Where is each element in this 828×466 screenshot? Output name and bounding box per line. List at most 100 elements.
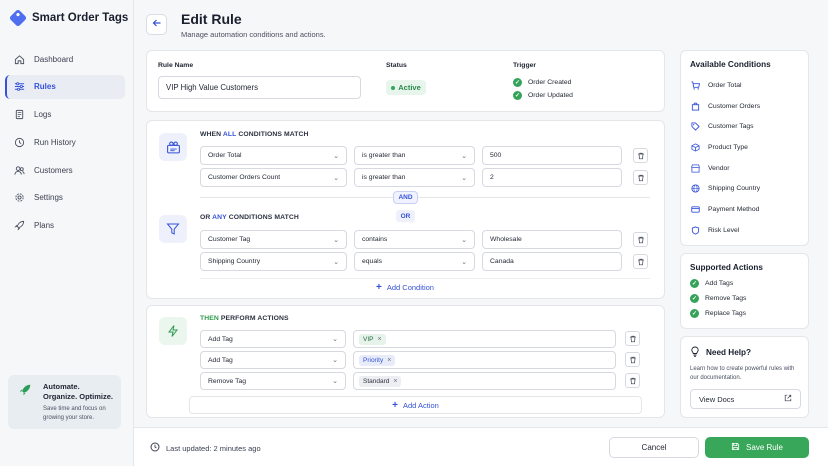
sidebar-item-plans[interactable]: Plans [5, 214, 125, 238]
action-type-select[interactable]: Add Tag ⌄ [200, 351, 346, 369]
sidebar-item-label: Rules [34, 82, 56, 92]
trash-icon [637, 236, 644, 243]
trigger-list: ✓ Order Created ✓ Order Updated [513, 76, 573, 102]
condition-type-item[interactable]: Payment Method [690, 199, 808, 220]
status-dot [391, 85, 396, 90]
condition-operator-select[interactable]: is greater than ⌄ [354, 168, 475, 187]
condition-field-select[interactable]: Customer Tag ⌄ [200, 230, 347, 249]
condition-type-item[interactable]: Risk Level [690, 220, 808, 241]
condition-field-select[interactable]: Shipping Country ⌄ [200, 252, 347, 271]
condition-type-item[interactable]: Vendor [690, 158, 808, 179]
action-type-select[interactable]: Add Tag ⌄ [200, 330, 346, 348]
remove-tag-icon[interactable]: × [377, 336, 381, 343]
action-type-select[interactable]: Remove Tag ⌄ [200, 372, 346, 390]
condition-type-item[interactable]: Customer Orders [690, 96, 808, 117]
page-title: Edit Rule [181, 11, 242, 27]
and-pill[interactable]: AND [393, 191, 418, 204]
rule-name-label: Rule Name [158, 62, 194, 69]
sidebar-item-logs[interactable]: Logs [5, 103, 125, 127]
help-panel: Need Help? Learn how to create powerful … [680, 336, 809, 418]
condition-group-heading: WHEN ALL CONDITIONS MATCH [200, 131, 309, 138]
delete-condition-button[interactable] [633, 148, 648, 163]
status-badge[interactable]: Active [386, 80, 426, 95]
view-docs-button[interactable]: View Docs [690, 389, 801, 409]
globe-icon [690, 184, 700, 194]
chevron-down-icon: ⌄ [333, 152, 339, 160]
plus-icon: + [392, 399, 398, 411]
trash-icon [629, 335, 636, 342]
cancel-button[interactable]: Cancel [609, 437, 699, 458]
card-icon [690, 204, 700, 214]
save-rule-button[interactable]: Save Rule [705, 437, 809, 458]
tag-input[interactable]: Priority × [353, 351, 616, 369]
condition-value-input[interactable]: Canada [482, 252, 622, 271]
supported-action-item: ✓ Add Tags [690, 279, 734, 289]
bag-icon [690, 101, 700, 111]
save-icon [731, 442, 740, 453]
users-icon [13, 164, 25, 176]
back-button[interactable] [146, 14, 167, 35]
plus-icon: + [376, 282, 382, 293]
trash-icon [637, 152, 644, 159]
rule-name-input[interactable]: VIP High Value Customers [158, 76, 361, 99]
last-updated: Last updated: 2 minutes ago [150, 442, 261, 454]
condition-operator-select[interactable]: is greater than ⌄ [354, 146, 475, 165]
sidebar-item-rules[interactable]: Rules [5, 74, 125, 99]
sidebar-item-settings[interactable]: Settings [5, 186, 125, 210]
lightning-icon [159, 317, 187, 345]
condition-group-heading: OR ANY CONDITIONS MATCH [200, 214, 299, 221]
delete-action-button[interactable] [625, 373, 640, 388]
condition-value-input[interactable]: Wholesale [482, 230, 622, 249]
chevron-down-icon: ⌄ [333, 258, 339, 266]
rocket-icon [18, 383, 32, 400]
supported-actions-title: Supported Actions [690, 263, 763, 272]
supported-action-item: ✓ Replace Tags [690, 309, 747, 319]
trash-icon [629, 377, 636, 384]
sidebar-item-dashboard[interactable]: Dashboard [5, 47, 125, 71]
condition-field-select[interactable]: Customer Orders Count ⌄ [200, 168, 347, 187]
condition-type-item[interactable]: Order Total [690, 75, 808, 96]
lightbulb-icon [690, 346, 700, 359]
brand[interactable]: Smart Order Tags [8, 8, 129, 28]
help-title: Need Help? [706, 348, 752, 357]
or-pill[interactable]: OR [396, 210, 415, 222]
condition-value-input[interactable]: 500 [482, 146, 622, 165]
condition-operator-select[interactable]: contains ⌄ [354, 230, 475, 249]
delete-condition-button[interactable] [633, 254, 648, 269]
tag-input[interactable]: VIP × [353, 330, 616, 348]
condition-type-item[interactable]: Shipping Country [690, 178, 808, 199]
gear-icon [13, 192, 25, 204]
condition-value-input[interactable]: 2 [482, 168, 622, 187]
chevron-down-icon: ⌄ [332, 357, 338, 364]
check-circle-icon: ✓ [513, 78, 522, 87]
delete-action-button[interactable] [625, 331, 640, 346]
status-value: Active [398, 83, 421, 92]
add-action-button[interactable]: + Add Action [189, 396, 642, 414]
sidebar-item-run-history[interactable]: Run History [5, 130, 125, 154]
delete-action-button[interactable] [625, 352, 640, 367]
delete-condition-button[interactable] [633, 232, 648, 247]
chevron-down-icon: ⌄ [333, 236, 339, 244]
tag-input[interactable]: Standard × [353, 372, 616, 390]
condition-type-item[interactable]: Product Type [690, 137, 808, 158]
help-text: Learn how to create powerful rules with … [690, 366, 795, 381]
condition-field-select[interactable]: Order Total ⌄ [200, 146, 347, 165]
chevron-down-icon: ⌄ [461, 174, 467, 182]
condition-operator-select[interactable]: equals ⌄ [354, 252, 475, 271]
delete-condition-button[interactable] [633, 170, 648, 185]
app-name: Smart Order Tags [32, 12, 129, 24]
remove-tag-icon[interactable]: × [393, 378, 397, 385]
tag-chip: Priority × [359, 354, 396, 366]
trash-icon [629, 356, 636, 363]
sidebar-item-customers[interactable]: Customers [5, 158, 125, 182]
promo-text: Save time and focus on growing your stor… [43, 406, 106, 421]
condition-type-item[interactable]: Customer Tags [690, 116, 808, 137]
home-icon [13, 53, 25, 65]
chevron-down-icon: ⌄ [332, 378, 338, 385]
tag-chip: Standard × [359, 375, 402, 387]
check-circle-icon: ✓ [513, 91, 522, 100]
remove-tag-icon[interactable]: × [387, 357, 391, 364]
add-condition-button[interactable]: + Add Condition [376, 282, 434, 293]
divider [200, 197, 650, 198]
chevron-down-icon: ⌄ [461, 152, 467, 160]
